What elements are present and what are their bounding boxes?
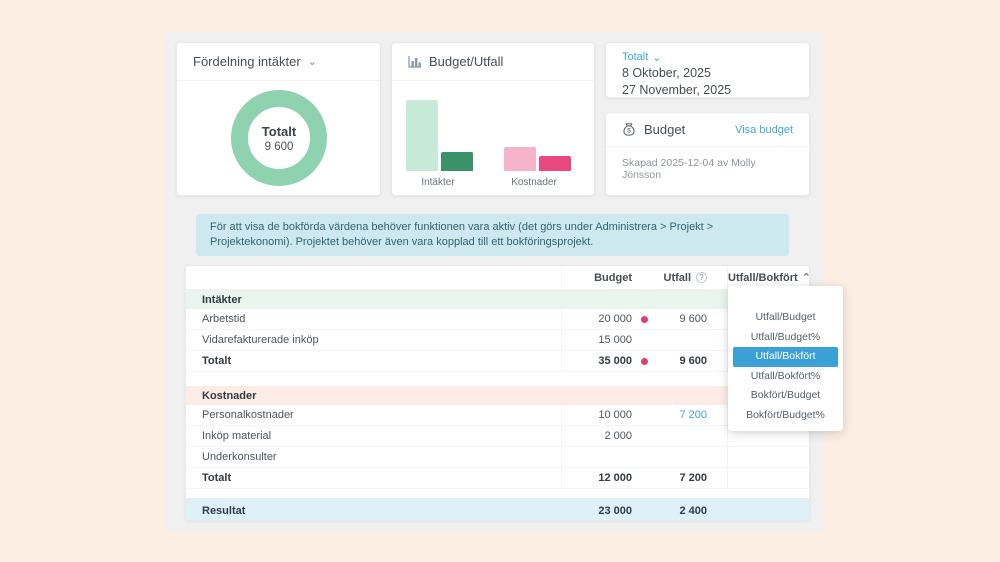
period-selector-label: Totalt bbox=[622, 51, 648, 63]
bar-group-intkter bbox=[406, 100, 473, 171]
row-label: Underkonsulter bbox=[186, 451, 561, 463]
table-row: Arbetstid20 000 9 600 bbox=[186, 309, 809, 330]
column-header-utfall: Utfall? bbox=[656, 272, 707, 284]
period-card: Totalt ⌄ 8 Oktober, 2025 27 November, 20… bbox=[605, 42, 810, 98]
budget-card: $ Budget Visa budget Skapad 2025-12-04 a… bbox=[605, 112, 810, 196]
row-budget-value: 2 000 bbox=[561, 426, 632, 446]
bar-chart: Intäkter Kostnader bbox=[392, 82, 594, 195]
bar-chart-icon bbox=[408, 55, 422, 68]
bar-category-label-kostnader: Kostnader bbox=[499, 177, 569, 188]
row-label: Totalt bbox=[186, 472, 561, 484]
budget-utfall-card-title: Budget/Utfall bbox=[429, 54, 503, 69]
status-dot bbox=[641, 358, 648, 365]
table-row: Personalkostnader10 000 7 200 bbox=[186, 405, 809, 426]
svg-text:$: $ bbox=[627, 128, 631, 135]
table-row: Inköp material2 000 bbox=[186, 426, 809, 447]
row-label: Vidarefakturerade inköp bbox=[186, 334, 561, 346]
info-icon[interactable]: ? bbox=[696, 272, 707, 283]
period-date-from: 8 Oktober, 2025 bbox=[622, 65, 793, 82]
bar-group-kostnader bbox=[504, 147, 571, 171]
menu-item-bokfrtbudget[interactable]: Bokfört/Budget bbox=[733, 386, 838, 406]
donut-center-label: Totalt 9 600 bbox=[231, 90, 327, 186]
column-header-utfall-bokfort[interactable]: Utfall/Bokfört ⌃ bbox=[728, 272, 810, 284]
section-header-label: Kostnader bbox=[186, 390, 561, 402]
menu-item-utfallbudget[interactable]: Utfall/Budget bbox=[733, 308, 838, 328]
row-budget-value: 15 000 bbox=[561, 330, 632, 350]
row-label: Personalkostnader bbox=[186, 409, 561, 421]
table-body: Intäkter Arbetstid20 000 9 600 Vidarefaktur… bbox=[186, 290, 809, 521]
table-row: Totalt35 000 9 600 bbox=[186, 351, 809, 372]
table-row: Underkonsulter bbox=[186, 447, 809, 468]
section-gap bbox=[186, 372, 809, 386]
row-utfall-value: 9 600 bbox=[656, 355, 707, 367]
bar-utfall-kostnader bbox=[539, 156, 571, 171]
column-header-budget: Budget bbox=[561, 266, 632, 289]
distribution-card-title: Fördelning intäkter bbox=[193, 54, 301, 69]
bar-budget-kostnader bbox=[504, 147, 536, 171]
section-header-income: Intäkter bbox=[186, 290, 809, 309]
row-budget-value bbox=[561, 447, 632, 467]
bar-utfall-intkter bbox=[441, 152, 473, 172]
row-utfall-value: 7 200 bbox=[656, 472, 707, 484]
status-dot bbox=[641, 316, 648, 323]
menu-item-utfallbudget[interactable]: Utfall/Budget% bbox=[733, 328, 838, 348]
budget-utfall-card-header: Budget/Utfall bbox=[392, 43, 594, 81]
result-budget-value: 23 000 bbox=[561, 505, 632, 517]
bar-budget-intkter bbox=[406, 100, 438, 171]
row-label: Totalt bbox=[186, 355, 561, 367]
period-selector[interactable]: Totalt ⌄ bbox=[622, 51, 793, 63]
visa-budget-link[interactable]: Visa budget bbox=[735, 124, 793, 136]
project-economy-page: Fördelning intäkter ⌄ Totalt 9 600 Budge… bbox=[0, 0, 1000, 562]
row-ratio-cell bbox=[727, 447, 809, 467]
menu-item-utfallbokfrt[interactable]: Utfall/Bokfört bbox=[733, 347, 838, 367]
row-budget-value: 20 000 bbox=[561, 309, 632, 329]
distribution-card: Fördelning intäkter ⌄ Totalt 9 600 bbox=[176, 42, 381, 196]
row-budget-value: 12 000 bbox=[561, 468, 632, 488]
chevron-down-icon: ⌄ bbox=[308, 57, 317, 68]
info-banner: För att visa de bokförda värdena behöver… bbox=[196, 214, 789, 256]
row-utfall-value: 9 600 bbox=[656, 313, 707, 325]
chevron-down-icon: ⌄ bbox=[652, 53, 661, 64]
donut-total-label: Totalt bbox=[262, 124, 296, 139]
result-label: Resultat bbox=[186, 505, 561, 517]
menu-item-bokfrtbudget[interactable]: Bokfört/Budget% bbox=[733, 406, 838, 426]
budget-card-header: $ Budget Visa budget bbox=[606, 113, 809, 147]
budget-card-title: Budget bbox=[644, 122, 685, 137]
budget-table-card: Budget Utfall? Utfall/Bokfört ⌃ Intäkter… bbox=[185, 265, 810, 521]
budget-created-text: Skapad 2025-12-04 av Molly Jönsson bbox=[606, 147, 809, 191]
chevron-up-icon: ⌃ bbox=[802, 273, 810, 284]
donut-total-value: 9 600 bbox=[265, 141, 294, 153]
table-header-row: Budget Utfall? Utfall/Bokfört ⌃ bbox=[186, 266, 809, 290]
period-dates: 8 Oktober, 2025 27 November, 2025 bbox=[622, 65, 793, 99]
budget-utfall-card: Budget/Utfall Intäkter Kostnader bbox=[391, 42, 595, 196]
section-header-cost: Kostnader bbox=[186, 386, 809, 405]
row-budget-value: 10 000 bbox=[561, 405, 632, 425]
section-gap bbox=[186, 489, 809, 498]
period-date-to: 27 November, 2025 bbox=[622, 82, 793, 99]
table-row: Totalt12 000 7 200 bbox=[186, 468, 809, 489]
result-utfall-value: 2 400 bbox=[656, 505, 707, 517]
row-budget-value: 35 000 bbox=[561, 351, 632, 371]
money-bag-icon: $ bbox=[622, 122, 636, 137]
menu-item-utfallbokfrt[interactable]: Utfall/Bokfört% bbox=[733, 367, 838, 387]
result-row: Resultat23 000 2 400 bbox=[186, 498, 809, 521]
row-label: Arbetstid bbox=[186, 313, 561, 325]
section-header-label: Intäkter bbox=[186, 294, 561, 306]
ratio-dropdown-menu: Utfall/BudgetUtfall/Budget%Utfall/Bokför… bbox=[728, 286, 843, 431]
row-dot-cell bbox=[632, 316, 656, 323]
bar-category-label-intkter: Intäkter bbox=[403, 177, 473, 188]
distribution-card-header[interactable]: Fördelning intäkter ⌄ bbox=[177, 43, 380, 81]
donut-chart: Totalt 9 600 bbox=[231, 90, 327, 186]
row-dot-cell bbox=[632, 358, 656, 365]
row-ratio-cell bbox=[727, 468, 809, 488]
row-label: Inköp material bbox=[186, 430, 561, 442]
row-utfall-value[interactable]: 7 200 bbox=[656, 409, 707, 421]
table-row: Vidarefakturerade inköp15 000 bbox=[186, 330, 809, 351]
